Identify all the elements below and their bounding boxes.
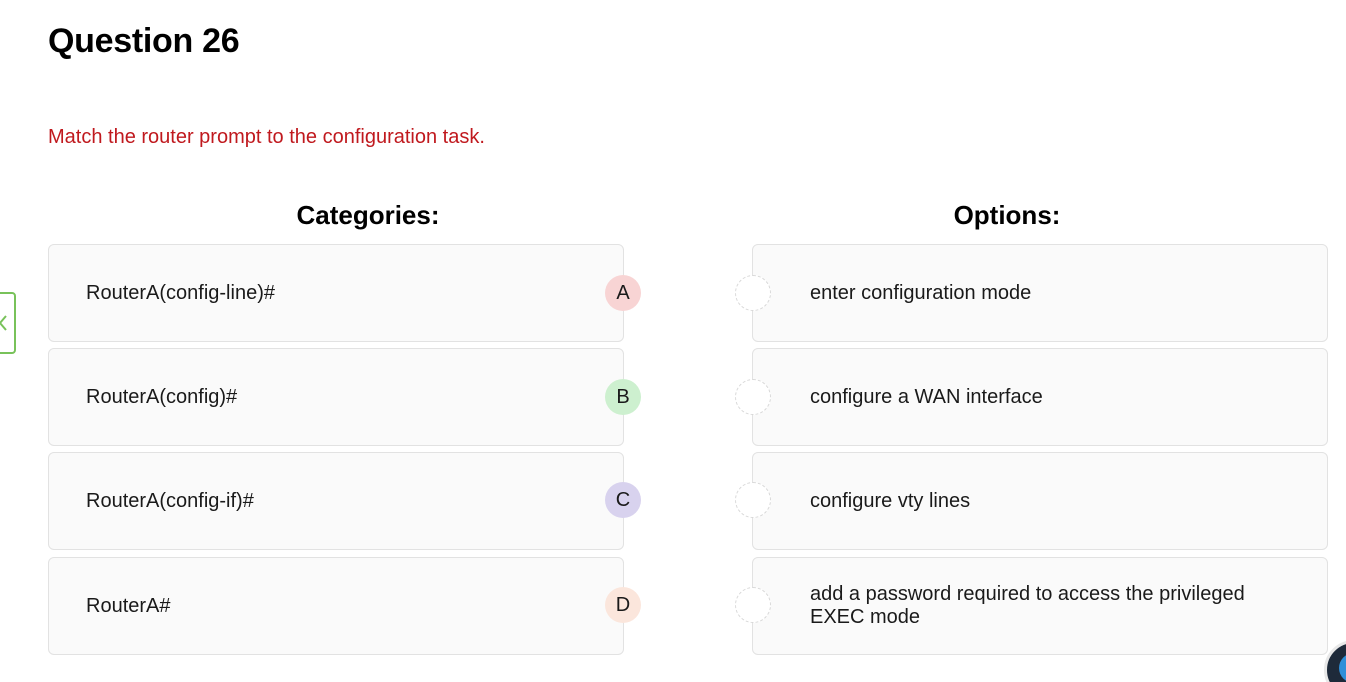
category-label: RouterA(config)# [86,385,238,408]
answer-drop-target[interactable] [735,482,771,518]
option-label: configure vty lines [810,489,971,512]
option-card[interactable]: configure vty lines [752,452,1328,550]
option-label: configure a WAN interface [810,385,1043,408]
option-card[interactable]: configure a WAN interface [752,348,1328,446]
answer-drop-target[interactable] [735,275,771,311]
category-card: RouterA(config-if)# [48,452,624,550]
category-letter-badge[interactable]: C [605,482,641,518]
category-letter-badge[interactable]: D [605,587,641,623]
previous-question-tab[interactable] [0,292,16,354]
option-card[interactable]: enter configuration mode [752,244,1328,342]
chevron-left-icon [0,315,7,331]
question-instruction: Match the router prompt to the configura… [48,126,485,148]
option-label: add a password required to access the pr… [810,583,1245,628]
answer-drop-target[interactable] [735,587,771,623]
category-label: RouterA(config-if)# [86,489,254,512]
quiz-page: Question 26 Match the router prompt to t… [0,0,1346,682]
categories-heading: Categories: [296,200,440,230]
option-card[interactable]: add a password required to access the pr… [752,557,1328,655]
category-card: RouterA# [48,557,624,655]
answer-drop-target[interactable] [735,379,771,415]
category-letter-badge[interactable]: A [605,275,641,311]
category-letter-badge[interactable]: B [605,379,641,415]
category-card: RouterA(config-line)# [48,244,624,342]
category-label: RouterA# [86,594,171,617]
category-card: RouterA(config)# [48,348,624,446]
options-heading: Options: [953,200,1061,230]
option-label: enter configuration mode [810,281,1032,304]
app-logo-inner [1339,653,1346,682]
category-label: RouterA(config-line)# [86,281,275,304]
question-title: Question 26 [48,22,240,60]
